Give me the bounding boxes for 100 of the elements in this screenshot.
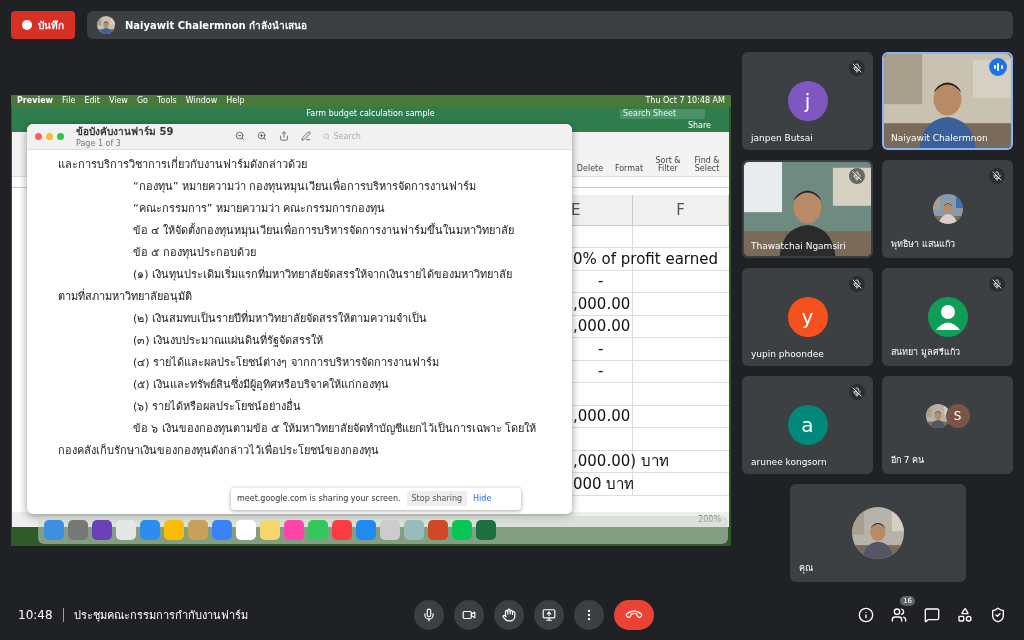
app-icon[interactable] (356, 519, 376, 540)
clock: Thu Oct 7 10:48 AM (645, 96, 725, 105)
participant-name: janpen Butsai (751, 133, 813, 143)
search-icon (323, 132, 331, 140)
search-field[interactable]: Search Sheet (620, 108, 705, 119)
zoom-out-icon[interactable] (235, 131, 246, 141)
participant-name: yupin phoondee (751, 349, 824, 359)
app-icon[interactable] (68, 519, 88, 540)
column-header: F (633, 194, 729, 225)
present-button[interactable] (533, 600, 564, 630)
ribbon-button[interactable]: Sort & Filter (650, 156, 686, 173)
spreadsheet-cell: - (571, 360, 729, 383)
app-icon[interactable] (284, 519, 304, 540)
end-call-button[interactable] (613, 600, 654, 630)
app-icon[interactable] (92, 519, 112, 540)
mic-off-icon (852, 387, 862, 397)
document-line: (๒) เงินสมทบเป็นรายปีที่มหาวิทยาลัยจัดสรรให้ตามความจำเป็น (132, 309, 429, 327)
chat-button[interactable] (924, 607, 940, 623)
document-line: “กองทุน” หมายความว่า กองทุนหมุนเวียนเพื่อการบริหารจัดการงานฟาร์ม (132, 177, 478, 195)
document-line: และการบริการวิชาการเกี่ยวกับงานฟาร์มดังกล่าวด้วย (58, 155, 308, 173)
spreadsheet-cell: ,000.00 (571, 315, 729, 338)
camera-button[interactable] (453, 600, 484, 630)
app-icon[interactable] (212, 519, 232, 540)
microphone-icon (421, 608, 436, 622)
participant-name: สนทยา มูลศรีแก้ว (891, 346, 960, 359)
meeting-title: ประชุมคณะกรรมการกำกับงานฟาร์ม (73, 608, 249, 624)
spreadsheet-cell: 0% of profit earned (571, 248, 729, 271)
zoom-level: 200% (698, 514, 721, 524)
document-line: ข้อ ๕ กองทุนประกอบด้วย (132, 244, 257, 261)
sharing-message: meet.google.com is sharing your screen. (237, 494, 401, 503)
spreadsheet-cell: ,000.00 (571, 405, 729, 428)
app-icon[interactable] (140, 519, 160, 540)
app-icon[interactable] (428, 519, 448, 540)
avatar-letter: S (945, 404, 970, 428)
app-icon[interactable] (44, 519, 64, 540)
camera-icon (461, 608, 476, 622)
record-button[interactable]: บันทึก (11, 11, 75, 39)
spreadsheet-cell: 000 บาท (571, 473, 729, 496)
page-count: Page 1 of 3 (76, 139, 122, 148)
participant-name: arunee kongsorn (751, 457, 827, 467)
menu-item[interactable]: Tools (157, 96, 177, 105)
document-title: ข้อบังคับงานฟาร์ม 59 (76, 125, 174, 139)
avatar-letter: a (787, 405, 828, 445)
menu-item[interactable]: Edit (84, 96, 100, 105)
info-button[interactable] (858, 607, 874, 623)
menu-item[interactable]: Help (226, 96, 245, 105)
mic-off-icon (992, 279, 1002, 289)
window-controls[interactable] (35, 132, 64, 140)
person-avatar-icon (927, 297, 968, 337)
mic-off-icon (852, 279, 862, 289)
ribbon-button[interactable]: Delete (572, 164, 608, 173)
mic-off-icon (852, 63, 862, 73)
mic-off-icon (852, 171, 862, 181)
ribbon-button[interactable]: Find & Select (689, 156, 725, 173)
menu-item[interactable]: Preview (17, 96, 53, 105)
document-line: (๕) เงินและทรัพย์สินซึ่งมีผู้อุทิศหรือบริจาคให้แก่กองทุน (132, 375, 391, 393)
hand-icon (501, 608, 516, 622)
avatar-letter: j (787, 81, 828, 121)
participant-name: คุณ (798, 562, 813, 575)
app-icon[interactable] (332, 519, 352, 540)
participant-name: Thawatchai Ngamsiri (751, 241, 846, 251)
stop-sharing-button[interactable]: Stop sharing (406, 491, 468, 506)
spreadsheet-cell: - (571, 270, 729, 293)
avatar-letter: y (787, 297, 828, 337)
document-line: ข้อ ๔ ให้จัดตั้งกองทุนหมุนเวียนเพื่อการบริหารจัดการงานฟาร์มขึ้นในมหาวิทยาลัย (132, 221, 515, 239)
meeting-time: 10:48 (18, 608, 64, 622)
document-line: ตามที่สภามหาวิทยาลัยอนุมัติ (58, 287, 193, 305)
app-icon[interactable] (236, 519, 256, 540)
microphone-button[interactable] (413, 600, 444, 630)
share-icon[interactable] (279, 131, 290, 141)
zoom-in-icon[interactable] (257, 131, 268, 141)
menu-item[interactable]: File (62, 96, 76, 105)
raise-hand-button[interactable] (493, 600, 524, 630)
mic-off-icon (992, 171, 1002, 181)
ribbon-button[interactable]: Format (611, 164, 647, 173)
spreadsheet-cell: ,000.00) บาท (571, 450, 729, 473)
participant-name: Naiyawit Chalermnon (891, 133, 988, 143)
pen-icon[interactable] (301, 131, 312, 141)
more-options-button[interactable] (573, 600, 604, 630)
document-line: (๖) รายได้หรือผลประโยชน์อย่างอื่น (132, 397, 303, 415)
document-line: กองคลังเก็บรักษาเงินของกองทุนดังกล่าวไว้เพื่อประโยชน์ของกองทุน (58, 441, 380, 459)
presenter-label: Naiyawit Chalermnon กำลังนำเสนอ (125, 18, 308, 33)
document-line: “คณะกรรมการ” หมายความว่า คณะกรรมการกองทุน (132, 200, 387, 217)
menu-item[interactable]: View (108, 96, 128, 105)
menu-item[interactable]: Go (136, 96, 148, 105)
document-line: ข้อ ๖ เงินของกองทุนตามข้อ ๕ ให้มหาวิทยาลัยจัดทำบัญชีแยกไว้เป็นการเฉพาะ โดยให้ (132, 420, 538, 437)
participant-name: พุทธิษา แสนแก้ว (891, 238, 955, 251)
people-icon (891, 607, 907, 623)
spreadsheet-cell: ,000.00 (571, 293, 729, 316)
document-line: (๓) เงินงบประมาณแผ่นดินที่รัฐจัดสรรให้ (132, 331, 325, 349)
spreadsheet-cell: - (571, 338, 729, 361)
menu-item[interactable]: Window (185, 96, 218, 105)
app-icon[interactable] (476, 519, 496, 540)
participant-name: อีก 7 คน (891, 454, 925, 467)
document-line: (๔) รายได้และผลประโยชน์ต่างๆ จากการบริหารจัดการงานฟาร์ม (132, 354, 440, 371)
share-button[interactable]: Share (687, 120, 711, 132)
activities-button[interactable] (957, 607, 973, 623)
present-screen-icon (541, 608, 556, 622)
host-controls-button[interactable] (990, 607, 1006, 623)
hide-button[interactable]: Hide (473, 494, 492, 503)
